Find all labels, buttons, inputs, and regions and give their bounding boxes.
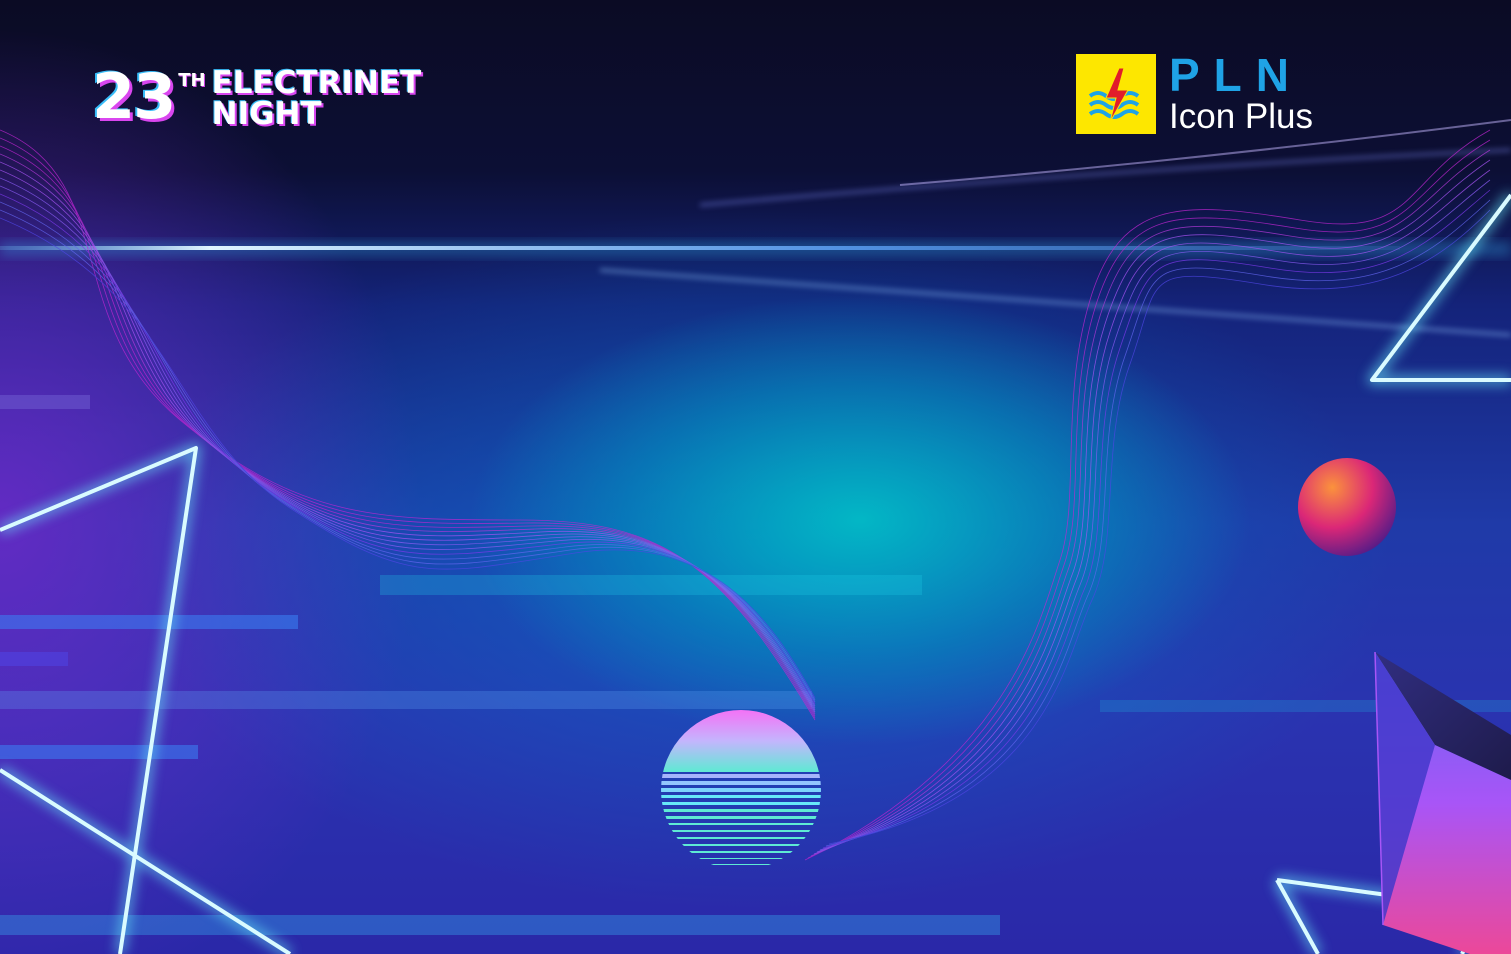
wave-lines-left (0, 129, 816, 721)
retro-sun-graphic (661, 710, 821, 865)
brand-name: PLN (1169, 49, 1303, 101)
event-name: ELECTRINET NIGHT (212, 68, 422, 130)
light-streaks (0, 119, 1511, 337)
neon-triangles (0, 191, 1511, 954)
background-canvas: 23 TH ELECTRINET NIGHT PLN Icon Plus (0, 0, 1511, 954)
lightning-waves-icon (1076, 54, 1156, 134)
event-name-line1: ELECTRINET (211, 65, 422, 101)
horizontal-bars (0, 395, 1511, 935)
event-name-line2: NIGHT (211, 96, 322, 132)
brand-subtitle: Icon Plus (1169, 97, 1313, 136)
brand-logo-block: PLN Icon Plus (1076, 52, 1313, 136)
pyramid-graphic (1374, 651, 1511, 954)
orange-sphere-graphic (1298, 458, 1396, 556)
event-number: 23 (92, 60, 176, 133)
event-title: 23 TH ELECTRINET NIGHT (92, 66, 421, 130)
decorative-background (0, 119, 1511, 954)
event-number-suffix: TH (178, 70, 206, 91)
brand-text: PLN Icon Plus (1169, 52, 1313, 136)
